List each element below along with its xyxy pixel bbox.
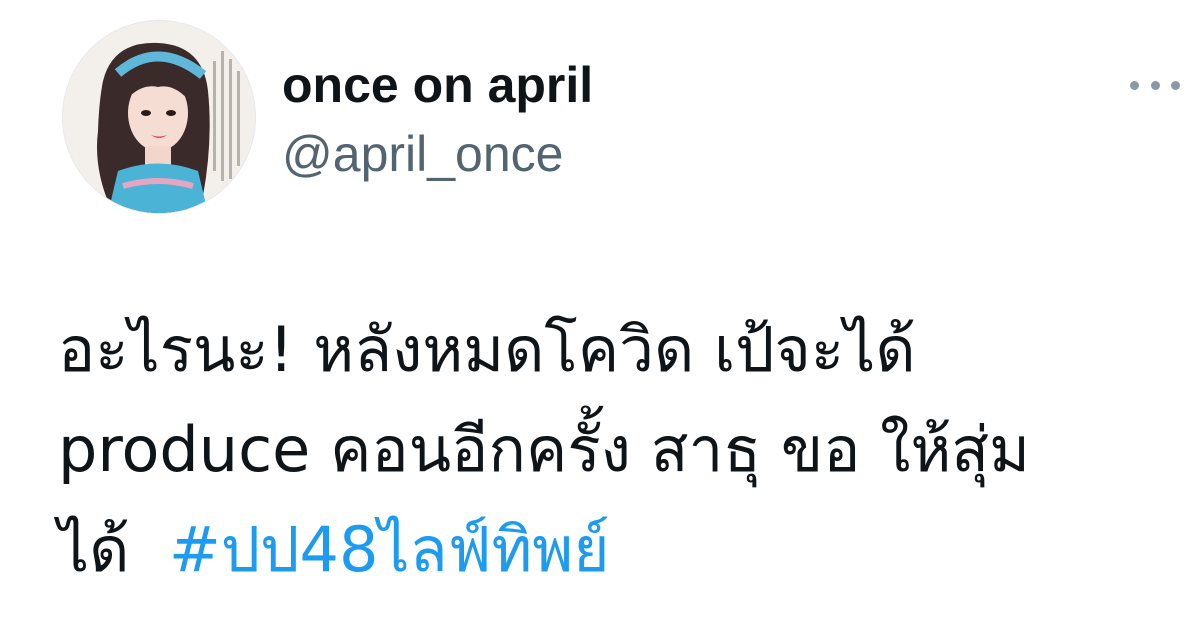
tweet-text-line: อะไรนะ! หลังหมดโควิด เป้จะได้ <box>58 313 916 386</box>
avatar[interactable] <box>62 20 256 214</box>
display-name[interactable]: once on april <box>282 55 593 115</box>
profile-photo <box>63 21 255 213</box>
hashtag-link[interactable]: #ปป48ไลฟ์ทิพย์ <box>169 513 610 586</box>
more-horizontal-icon <box>1171 80 1180 90</box>
tweet-card: once on april @april_once อะไรนะ! หลังหม… <box>0 0 1200 641</box>
tweet-text-line: ได้ #ปป48ไลฟ์ทิพย์ <box>58 500 1168 600</box>
tweet-text: อะไรนะ! หลังหมดโควิด เป้จะได้ produce คอ… <box>58 300 1168 600</box>
more-horizontal-icon <box>1150 80 1160 90</box>
tweet-text-segment: ได้ <box>58 513 130 586</box>
tweet-text-line: produce คอนอีกครั้ง สาธุ ขอ ให้สุ่ม <box>58 413 1031 486</box>
more-horizontal-icon <box>1130 80 1139 90</box>
user-handle[interactable]: @april_once <box>282 124 563 184</box>
more-options-button[interactable] <box>1130 70 1180 100</box>
